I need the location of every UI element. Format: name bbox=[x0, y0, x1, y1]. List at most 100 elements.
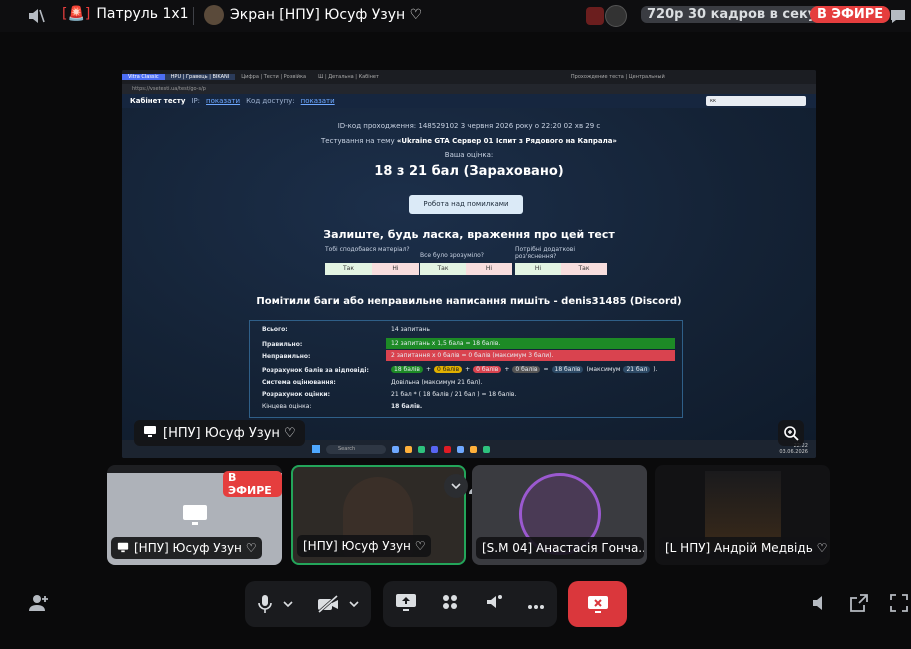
calc-pill: 18 балів bbox=[551, 366, 584, 373]
chevron-down-icon bbox=[349, 601, 359, 608]
calc-pill: 18 балів bbox=[391, 366, 423, 373]
zoom-button[interactable] bbox=[778, 420, 804, 446]
feedback-block-1: Тобі сподобався матеріал? Так Ні bbox=[325, 246, 419, 275]
feedback-block-2: Все було зрозуміло? Так Ні bbox=[420, 246, 512, 275]
server-icon bbox=[586, 7, 604, 25]
taskbar-app-icon[interactable] bbox=[483, 445, 490, 453]
browser-tab-strip: Vitra Classic HPU | Гравець | BIKANI Циф… bbox=[122, 70, 816, 84]
screen-icon bbox=[143, 424, 157, 442]
user-name: кк bbox=[710, 98, 717, 104]
calc-pill: 0 балів bbox=[434, 366, 463, 373]
divider bbox=[193, 7, 194, 25]
feedback-yes-button[interactable]: Так bbox=[420, 263, 466, 275]
browser-tab[interactable]: Ш | Детальна | Кабінет bbox=[312, 74, 385, 80]
ip-show-link[interactable]: показати bbox=[206, 97, 240, 105]
calc-row: 18 балів + 0 балів + 0 балів + 0 балів = 18 … bbox=[391, 366, 657, 373]
chat-icon[interactable] bbox=[888, 6, 908, 30]
feedback-yes-button[interactable]: Ні bbox=[515, 263, 561, 275]
windows-start-icon[interactable] bbox=[312, 445, 320, 453]
taskbar-app-icon[interactable] bbox=[457, 445, 464, 453]
activities-button[interactable] bbox=[440, 592, 460, 616]
summary-value: 18 балів. bbox=[391, 403, 423, 410]
feedback-title: Залиште, будь ласка, враження про цей те… bbox=[323, 228, 615, 241]
summary-value: 12 запитань x 1,5 бала = 18 балів. bbox=[386, 338, 675, 349]
feedback-no-button[interactable]: Ні bbox=[466, 263, 512, 275]
feedback-no-button[interactable]: Так bbox=[561, 263, 607, 275]
zoom-icon bbox=[784, 426, 799, 441]
camera-button[interactable] bbox=[317, 595, 359, 613]
feedback-block-3: Потрібні додаткові роз'яснення? Ні Так bbox=[515, 246, 607, 275]
taskbar-app-icon[interactable] bbox=[444, 445, 451, 453]
taskbar-app-icon[interactable] bbox=[405, 445, 412, 453]
feedback-question: Потрібні додаткові роз'яснення? bbox=[515, 246, 575, 260]
tile-name: [S.M 04] Анастасія Гонча... bbox=[482, 541, 644, 555]
feedback-no-button[interactable]: Ні bbox=[372, 263, 419, 275]
participant-tile[interactable]: В ЭФИРЕ [НПУ] Юсуф Узун ♡ bbox=[107, 465, 282, 565]
taskbar-app-icon[interactable] bbox=[470, 445, 477, 453]
tile-name-tag: [НПУ] Юсуф Узун ♡ bbox=[111, 537, 263, 559]
voice-top-bar: [🚨] Патруль 1х1 Экран [НПУ] Юсуф Узун ♡ … bbox=[0, 0, 911, 32]
summary-label: Всього: bbox=[262, 326, 288, 333]
microphone-icon bbox=[258, 595, 272, 613]
participant-tile[interactable]: [S.M 04] Анастасія Гонча... bbox=[472, 465, 647, 565]
tile-name: [НПУ] Юсуф Узун ♡ bbox=[134, 541, 257, 555]
score: 18 з 21 бал (Зараховано) bbox=[374, 164, 564, 179]
live-badge: В ЭФИРЕ bbox=[810, 6, 891, 23]
summary-label: Кінцева оцінка: bbox=[262, 403, 312, 410]
taskbar-app-icon[interactable] bbox=[431, 445, 438, 453]
feedback-question: Все було зрозуміло? bbox=[420, 252, 484, 259]
volume-icon[interactable] bbox=[810, 593, 830, 617]
channel-name: Патруль 1х1 bbox=[96, 6, 189, 22]
collapse-chevron-icon[interactable] bbox=[444, 474, 468, 498]
stop-sharing-button[interactable] bbox=[568, 581, 627, 627]
browser-tab[interactable]: Прохождение теста | Центральный bbox=[565, 74, 671, 80]
popout-icon[interactable] bbox=[849, 593, 869, 617]
browser-tab[interactable]: Vitra Classic bbox=[122, 74, 165, 80]
taskbar-app-icon[interactable] bbox=[418, 445, 425, 453]
add-user-icon[interactable] bbox=[28, 593, 50, 617]
fullscreen-icon[interactable] bbox=[889, 593, 909, 617]
more-options-button[interactable] bbox=[527, 594, 545, 615]
channel-header[interactable]: [🚨] Патруль 1х1 bbox=[62, 6, 189, 22]
calc-pill: 0 балів bbox=[473, 366, 502, 373]
screen-share-icon bbox=[395, 594, 416, 611]
microphone-button[interactable] bbox=[257, 594, 293, 614]
browser-tab[interactable]: HPU | Гравець | BIKANI bbox=[164, 74, 236, 80]
user-avatar bbox=[605, 5, 627, 27]
theme-line: Тестування на тему «Ukraine GTA Сервер 0… bbox=[122, 137, 816, 145]
taskbar-app-icon[interactable] bbox=[392, 445, 399, 453]
soundboard-button[interactable] bbox=[484, 592, 504, 616]
calc-pill: 0 балів bbox=[512, 366, 541, 373]
bug-report-note: Помітили баги або неправильне написання … bbox=[256, 296, 682, 307]
work-on-mistakes-button[interactable]: Робота над помилками bbox=[409, 195, 523, 214]
site-header: Кабінет тесту IP: показати Код доступу: … bbox=[122, 94, 816, 108]
tile-name: [L НПУ] Андрій Медвідь ♡ bbox=[665, 541, 827, 555]
screen-icon bbox=[117, 541, 129, 556]
summary-value: 14 запитань bbox=[391, 326, 430, 333]
speaker-icon[interactable] bbox=[26, 6, 46, 26]
browser-tab[interactable]: Цифра | Тести | Розвійка bbox=[235, 74, 312, 80]
code-show-link[interactable]: показати bbox=[301, 97, 335, 105]
activities-icon bbox=[443, 595, 458, 609]
feedback-yes-button[interactable]: Так bbox=[325, 263, 372, 275]
site-brand: Кабінет тесту bbox=[130, 97, 186, 105]
stream-name-overlay: [НПУ] Юсуф Узун ♡ bbox=[134, 420, 305, 446]
chevron-down-icon bbox=[283, 601, 293, 608]
media-controls bbox=[245, 581, 371, 627]
summary-label: Неправильно: bbox=[262, 353, 311, 360]
tile-name-tag: [S.M 04] Анастасія Гонча... bbox=[476, 537, 644, 559]
tile-name-tag: [L НПУ] Андрій Медвідь ♡ bbox=[659, 537, 827, 559]
participant-tile[interactable]: [НПУ] Юсуф Узун ♡ bbox=[291, 465, 466, 565]
avatar bbox=[204, 5, 224, 25]
screen-share-stream[interactable]: Vitra Classic HPU | Гравець | BIKANI Циф… bbox=[122, 70, 816, 458]
theme-name: «Ukraine GTA Сервер 01 Іспит з Рядового … bbox=[396, 137, 617, 145]
summary-label: Правильно: bbox=[262, 341, 303, 348]
user-menu[interactable]: кк bbox=[706, 96, 806, 106]
screen-share-button[interactable] bbox=[395, 592, 417, 616]
ip-label: IP: bbox=[191, 97, 201, 105]
taskbar-search[interactable]: Search bbox=[326, 444, 386, 454]
address-bar[interactable]: https://vsetesti.ua/test/go-s/p bbox=[122, 84, 816, 94]
summary-label: Розрахунок балів за відповіді: bbox=[262, 367, 369, 374]
participant-tile[interactable]: [L НПУ] Андрій Медвідь ♡ bbox=[655, 465, 830, 565]
stream-name: [НПУ] Юсуф Узун ♡ bbox=[163, 425, 296, 441]
